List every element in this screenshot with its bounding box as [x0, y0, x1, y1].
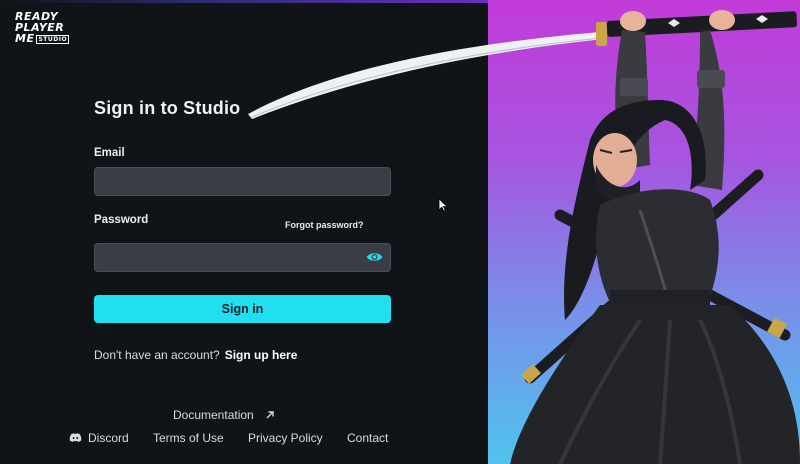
logo-line-3: ME STUDIO	[15, 33, 73, 44]
eye-icon[interactable]	[366, 250, 383, 264]
password-field[interactable]	[94, 243, 391, 272]
external-arrow-icon	[266, 411, 274, 419]
sign-in-button[interactable]: Sign in	[94, 295, 391, 323]
mouse-cursor-icon	[438, 198, 448, 212]
contact-link[interactable]: Contact	[347, 431, 388, 445]
top-accent-line	[0, 0, 488, 3]
page-title: Sign in to Studio	[94, 98, 241, 118]
ready-player-me-logo[interactable]: READY PLAYER ME STUDIO	[15, 11, 73, 44]
privacy-policy-link[interactable]: Privacy Policy	[248, 431, 323, 445]
login-panel: READY PLAYER ME STUDIO Sign in to Studio …	[0, 0, 488, 464]
terms-of-use-link[interactable]: Terms of Use	[153, 431, 224, 445]
sign-up-link[interactable]: Sign up here	[225, 348, 298, 362]
discord-icon[interactable]	[69, 432, 82, 443]
signup-prompt: Don't have an account? Sign up here	[94, 348, 297, 362]
hero-background	[488, 0, 800, 464]
discord-link[interactable]: Discord	[88, 431, 129, 445]
email-label: Email	[94, 147, 125, 159]
forgot-password-link[interactable]: Forgot password?	[285, 220, 364, 230]
email-field[interactable]	[94, 167, 391, 196]
password-label: Password	[94, 214, 149, 226]
logo-studio-tag: STUDIO	[36, 34, 70, 44]
logo-me: ME	[15, 32, 35, 45]
no-account-text: Don't have an account?	[94, 348, 220, 362]
documentation-label: Documentation	[173, 408, 254, 422]
documentation-link[interactable]: Documentation	[173, 408, 275, 422]
